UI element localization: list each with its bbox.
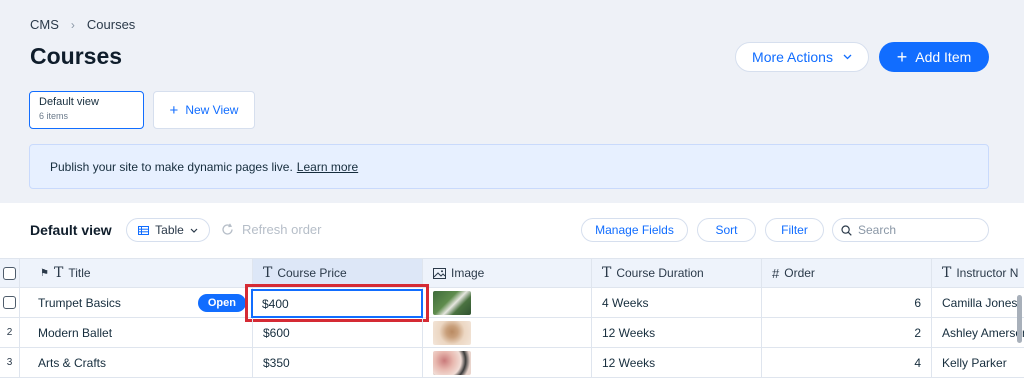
instructor-cell[interactable]: Ashley Amerson (932, 318, 1024, 347)
image-cell[interactable] (423, 348, 592, 377)
column-duration-label: Course Duration (616, 266, 704, 280)
view-item-count: 6 items (39, 111, 69, 121)
text-type-icon: T (53, 265, 64, 281)
chevron-down-icon (843, 54, 852, 60)
refresh-order-button[interactable]: Refresh order (221, 222, 321, 237)
order-cell[interactable]: 6 (762, 288, 932, 317)
plus-icon: + (169, 101, 179, 119)
flag-icon: ⚑ (40, 267, 49, 279)
instructor-cell[interactable]: Kelly Parker (932, 348, 1024, 377)
sort-button[interactable]: Sort (697, 218, 756, 242)
more-actions-label: More Actions (752, 49, 833, 65)
view-title: Default view (30, 222, 112, 238)
breadcrumb-current: Courses (86, 17, 136, 32)
table-icon (138, 225, 150, 235)
instructor-cell[interactable]: Camilla Jones (932, 288, 1024, 317)
search-input[interactable] (858, 223, 978, 237)
learn-more-link[interactable]: Learn more (297, 160, 358, 174)
image-cell[interactable] (423, 288, 592, 317)
row-select-cell (0, 288, 20, 317)
view-name: Default view (39, 96, 99, 108)
select-all-checkbox[interactable] (3, 266, 16, 280)
column-title-label: Title (68, 266, 91, 280)
open-item-button[interactable]: Open (197, 294, 246, 312)
title-value: Trumpet Basics (38, 295, 121, 310)
publish-banner: Publish your site to make dynamic pages … (29, 144, 989, 189)
duration-cell[interactable]: 12 Weeks (592, 348, 762, 377)
image-cell[interactable] (423, 318, 592, 347)
table-row[interactable]: 3 Arts & Crafts $350 12 Weeks 4 Kelly Pa… (0, 348, 1024, 378)
duration-cell[interactable]: 12 Weeks (592, 318, 762, 347)
new-view-button[interactable]: + New View (153, 91, 255, 129)
image-type-icon (433, 267, 446, 279)
add-item-button[interactable]: + Add Item (879, 42, 989, 72)
layout-label: Table (155, 223, 184, 237)
vertical-scrollbar[interactable] (1017, 295, 1022, 343)
table-row[interactable]: 2 Modern Ballet $600 12 Weeks 2 Ashley A… (0, 318, 1024, 348)
plus-icon: + (896, 47, 908, 67)
column-instructor-label: Instructor N (956, 266, 1019, 280)
column-header-duration[interactable]: T Course Duration (592, 259, 762, 287)
text-type-icon: T (602, 265, 612, 281)
row-number: 2 (0, 318, 20, 347)
order-cell[interactable]: 4 (762, 348, 932, 377)
column-header-title[interactable]: ⚑ T Title (20, 259, 253, 287)
breadcrumb-cms-link[interactable]: CMS (30, 17, 59, 32)
banner-text: Publish your site to make dynamic pages … (50, 159, 293, 174)
breadcrumb: CMS › Courses (30, 17, 135, 32)
new-view-label: New View (185, 103, 239, 117)
price-cell[interactable]: $350 (253, 348, 423, 377)
row-number: 3 (0, 348, 20, 377)
column-header-instructor[interactable]: T Instructor N (932, 259, 1024, 287)
price-value: $400 (262, 296, 289, 311)
select-all-cell (0, 259, 20, 287)
filter-button[interactable]: Filter (765, 218, 824, 242)
row-checkbox[interactable] (3, 296, 16, 309)
price-cell[interactable]: $600 (253, 318, 423, 347)
column-order-label: Order (784, 266, 815, 280)
number-type-icon: # (772, 265, 780, 281)
search-box[interactable] (832, 218, 989, 242)
collection-panel: Default view Table Refresh order Manage … (0, 203, 1024, 379)
text-type-icon: T (942, 265, 952, 281)
chevron-down-icon (190, 228, 198, 233)
chevron-right-icon: › (70, 17, 75, 32)
title-cell[interactable]: Trumpet Basics Open (20, 288, 253, 317)
layout-dropdown[interactable]: Table (126, 218, 210, 242)
column-price-label: Course Price (277, 266, 347, 280)
table-header-row: ⚑ T Title T Course Price Image T Course … (0, 258, 1024, 288)
search-icon (841, 224, 852, 236)
price-inline-editor[interactable]: $400 (251, 289, 423, 318)
default-view-tab[interactable]: Default view 6 items (29, 91, 144, 129)
add-item-label: Add Item (915, 49, 972, 65)
table-toolbar: Default view Table Refresh order Manage … (0, 203, 1024, 258)
duration-cell[interactable]: 4 Weeks (592, 288, 762, 317)
column-image-label: Image (451, 266, 485, 280)
table-row[interactable]: Trumpet Basics Open 4 Weeks 6 Camilla Jo… (0, 284, 1024, 322)
course-thumbnail (433, 350, 471, 375)
title-cell[interactable]: Arts & Crafts (20, 348, 253, 377)
column-header-order[interactable]: # Order (762, 259, 932, 287)
order-cell[interactable]: 2 (762, 318, 932, 347)
column-header-image[interactable]: Image (423, 259, 592, 287)
more-actions-button[interactable]: More Actions (735, 42, 869, 72)
course-thumbnail (433, 290, 471, 315)
column-header-price[interactable]: T Course Price (253, 259, 423, 287)
manage-fields-button[interactable]: Manage Fields (581, 218, 688, 242)
text-type-icon: T (263, 265, 273, 281)
cms-header-area: CMS › Courses Courses More Actions + Add… (0, 0, 1024, 203)
title-cell[interactable]: Modern Ballet (20, 318, 253, 347)
page-title: Courses (30, 43, 123, 69)
refresh-icon (222, 223, 233, 235)
refresh-order-label: Refresh order (242, 222, 322, 237)
course-thumbnail (433, 320, 471, 345)
